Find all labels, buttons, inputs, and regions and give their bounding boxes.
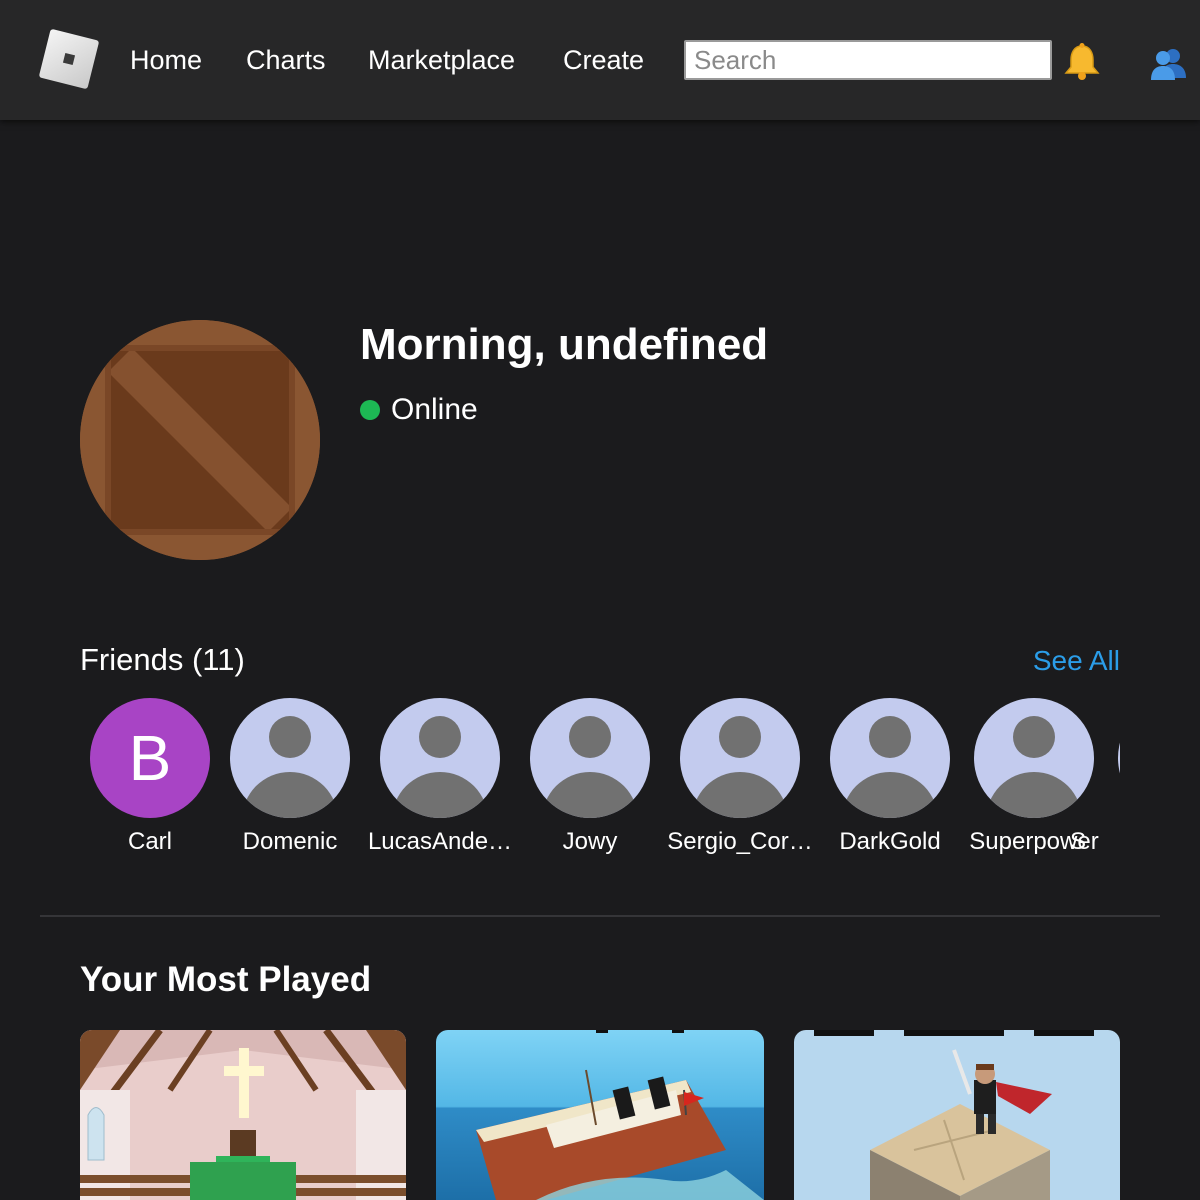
nav-create[interactable]: Create — [563, 42, 644, 78]
nav-home[interactable]: Home — [130, 42, 202, 78]
game-card-church[interactable] — [80, 1030, 406, 1200]
friend-name: DarkGold — [839, 828, 941, 855]
nav-marketplace[interactable]: Marketplace — [368, 42, 515, 78]
top-navigation-bar: Home Charts Marketplace Create — [0, 0, 1200, 120]
default-avatar-icon — [680, 698, 800, 818]
greeting-heading: Morning, undefined — [360, 320, 769, 369]
default-avatar-icon — [530, 698, 650, 818]
friend-name: Jowy — [562, 828, 618, 855]
friend-name: Sergio_Cor… — [667, 828, 813, 855]
friend-name: Carl — [127, 828, 172, 855]
online-dot-icon — [360, 400, 380, 420]
nav-charts[interactable]: Charts — [246, 42, 326, 78]
friend-name: LucasAnde… — [367, 828, 513, 855]
friend-tile[interactable]: DarkGold — [820, 698, 960, 868]
game-card-sword-fight[interactable] — [794, 1030, 1120, 1200]
friend-tile[interactable]: B Carl — [80, 698, 220, 868]
most-played-heading: Your Most Played — [80, 960, 372, 999]
friends-heading: Friends (11) — [80, 642, 245, 677]
user-avatar[interactable] — [80, 320, 320, 560]
friend-tile[interactable]: Jowy — [520, 698, 660, 868]
logo-square-hole — [62, 52, 76, 66]
search-input[interactable] — [684, 40, 1052, 80]
game-card-ship[interactable] — [436, 1030, 764, 1200]
default-avatar-icon — [1118, 698, 1120, 818]
friend-tile[interactable]: Sergio_Cor… — [667, 698, 813, 868]
friends-carousel[interactable]: B Carl Domenic LucasAnde… Jowy Sergio_Co… — [80, 698, 1120, 868]
friend-tile[interactable]: S — [1070, 698, 1120, 868]
section-divider — [40, 915, 1160, 917]
bell-icon[interactable] — [1062, 42, 1102, 82]
default-avatar-icon — [830, 698, 950, 818]
friend-name: Domenic — [242, 828, 338, 855]
default-avatar-icon — [230, 698, 350, 818]
game-thumbnail-ship — [436, 1030, 764, 1200]
game-thumbnail-sword-fight — [794, 1030, 1120, 1200]
avatar-crate-image — [80, 320, 320, 560]
friend-tile[interactable]: LucasAnde… — [368, 698, 512, 868]
friend-initial-letter: B — [128, 722, 172, 794]
friend-name: S — [1070, 828, 1087, 855]
friend-avatar-initial: B — [90, 698, 210, 818]
default-avatar-icon — [974, 698, 1094, 818]
game-thumbnail-church — [80, 1030, 406, 1200]
status-label: Online — [391, 393, 478, 426]
friend-tile[interactable]: Domenic — [220, 698, 360, 868]
default-avatar-icon — [380, 698, 500, 818]
see-all-friends-link[interactable]: See All — [1033, 642, 1120, 680]
friends-icon[interactable] — [1148, 44, 1188, 84]
roblox-logo-icon[interactable] — [38, 28, 100, 90]
online-status: Online — [360, 390, 478, 430]
